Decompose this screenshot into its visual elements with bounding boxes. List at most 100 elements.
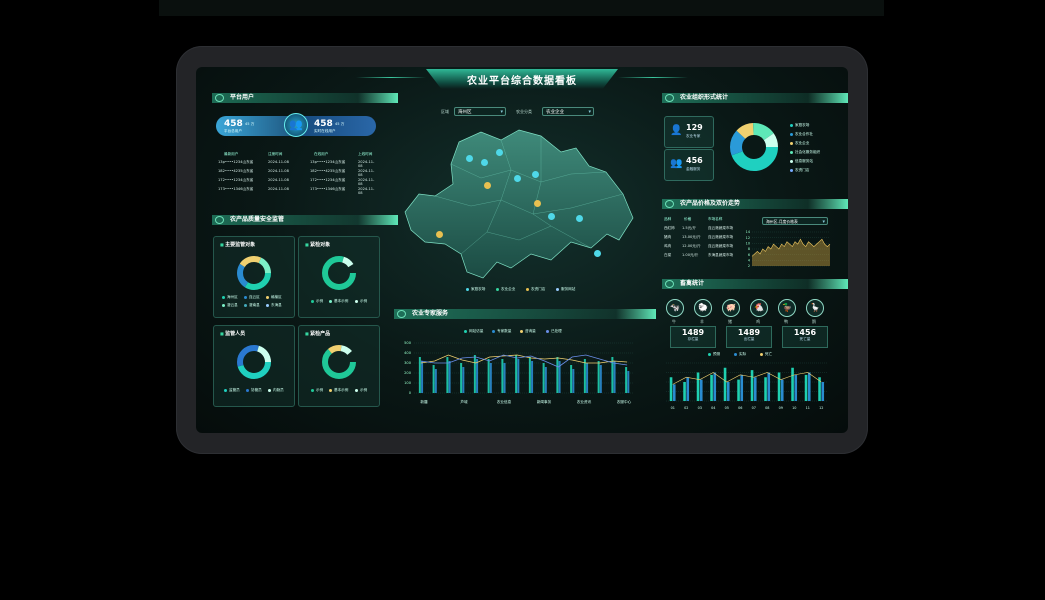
animal-label: 鹅 [812, 319, 816, 324]
cell: 2024-11-08 [358, 160, 375, 168]
duck-icon[interactable]: 🦆 [778, 299, 796, 317]
table-row: 白菜 1.00元/斤 东海县蔬菜市场 [664, 253, 744, 262]
section-org-stats: 农业组织形式统计 [662, 93, 848, 103]
legend-item: 连云区 [244, 295, 260, 300]
map-marker[interactable] [466, 155, 473, 162]
bar [710, 374, 713, 401]
bar [570, 365, 573, 393]
bar [767, 372, 771, 401]
x-tick-label: 01 [671, 406, 675, 410]
bar [794, 374, 798, 401]
panel-inspection-objects: 紧检对象 示例 基本示例 示例 [298, 236, 380, 318]
map-marker[interactable] [481, 159, 488, 166]
cell: 2024-11-08 [268, 187, 289, 191]
map-marker[interactable] [436, 231, 443, 238]
cell: 13.00元/斤 [682, 235, 701, 239]
donut-inspection [322, 256, 356, 290]
title-deco-right [618, 77, 688, 78]
section-safety: 农产品质量安全监管 [212, 215, 398, 225]
section-title: 农业专家服务 [412, 310, 449, 317]
donut-supervisors [237, 345, 271, 379]
price-table-header: 品种 价格 市场名称 [664, 217, 744, 226]
bar [713, 372, 717, 401]
cell: 猪肉 [664, 235, 672, 239]
bar [669, 377, 673, 401]
map-marker[interactable] [534, 200, 541, 207]
stat-value: 1489 [737, 328, 761, 337]
service-stat: 👥 456 金融服务 [664, 149, 714, 181]
table-row: 172••••1234山东省 2024-11-08 172••••1234山东省… [218, 178, 378, 187]
cell: 2024-11-08 [268, 169, 289, 173]
map-marker[interactable] [594, 250, 601, 257]
livestock-bar-chart: 01 02 03 04 05 06 07 08 09 10 11 12 [666, 362, 828, 410]
cell: 1.5元/斤 [682, 226, 697, 230]
experts-stat: 👤 129 农业专家 [664, 116, 714, 148]
panel-title: 主要监管对象 [220, 241, 255, 248]
cell: 172••••1234山东省 [218, 178, 254, 182]
bar [627, 371, 630, 393]
x-tick-label: 07 [752, 406, 756, 410]
x-tick-label: 农业信息 [497, 399, 512, 404]
bar [460, 363, 463, 393]
y-tick-label: 12 [746, 236, 750, 240]
service-count: 456 [686, 156, 703, 165]
goose-icon[interactable]: 🪿 [806, 299, 824, 317]
total-users-unit: 45 万 [245, 122, 255, 126]
cell: 182••••4235山东省 [310, 169, 346, 173]
bar [515, 355, 518, 393]
cell: 连云港蔬菜市场 [708, 235, 734, 239]
y-tick-label: 200 [404, 371, 412, 375]
bar [625, 367, 628, 393]
region-label: 区域 [441, 109, 449, 114]
map-marker[interactable] [484, 182, 491, 189]
cell: 172••••1234山东省 [310, 178, 346, 182]
org-pie-chart [730, 123, 778, 171]
table-row: 猪肉 13.00元/斤 连云港蔬菜市场 [664, 235, 744, 244]
bar [572, 369, 575, 393]
y-tick-label: 400 [404, 351, 412, 355]
price-range-select[interactable]: 海州区-月度价格表 [762, 217, 828, 226]
table-row: 13p••••1234山东省 2024-11-08 13p••••1234山东省… [218, 160, 378, 169]
x-tick-label: 12 [819, 406, 823, 410]
expert-service-chart: 500 400 300 200 100 0 新疆 芦城 农业信息 新闻事务 农业资讯 农服中心 [404, 341, 634, 404]
page-title: 农业平台综合数据看板 [467, 76, 577, 87]
bar [613, 361, 616, 393]
pig-icon[interactable]: 🐖 [722, 299, 740, 317]
sheep-icon[interactable]: 🐑 [694, 299, 712, 317]
map-marker[interactable] [576, 215, 583, 222]
map-legend-item: 家庭农场 [466, 287, 485, 292]
y-tick-label: 8 [748, 247, 750, 251]
map-marker[interactable] [496, 149, 503, 156]
region-select[interactable]: 海州区 [454, 107, 506, 117]
x-tick-label: 09 [779, 406, 783, 410]
animal-label: 鸭 [784, 319, 788, 324]
th-register-time: 注册时间 [268, 152, 283, 156]
dashboard-screen: 农业平台综合数据看板 平台用户 458 45 万 平台总用户 458 45 万 … [196, 67, 848, 433]
th-variety: 品种 [664, 217, 672, 221]
cell: 连云港蔬菜市场 [708, 226, 734, 230]
map-marker[interactable] [532, 171, 539, 178]
bar [750, 370, 754, 401]
experts-label: 农业专家 [686, 134, 701, 138]
total-users-value: 458 [224, 119, 243, 129]
bar [699, 379, 703, 401]
map-marker[interactable] [548, 213, 555, 220]
bar [476, 359, 479, 393]
users-table-header: 最新用户 注册时间 在线用户 上线时间 [218, 152, 378, 160]
map-legend-item: 服务网站 [556, 287, 575, 292]
cattle-icon[interactable]: 🐄 [666, 299, 684, 317]
x-tick-label: 04 [711, 406, 715, 410]
bar [777, 372, 781, 401]
chicken-icon[interactable]: 🐔 [750, 299, 768, 317]
section-title: 农产品价格及双价走势 [680, 200, 741, 207]
x-tick-label: 06 [738, 406, 742, 410]
users-table: 最新用户 注册时间 在线用户 上线时间 13p••••1234山东省 2024-… [218, 152, 378, 196]
donut-supervision [237, 256, 271, 290]
x-tick-label: 新闻事务 [537, 399, 552, 404]
type-select[interactable]: 农业企业 [542, 107, 594, 117]
x-tick-label: 芦城 [460, 399, 468, 404]
map-marker[interactable] [514, 175, 521, 182]
stat-value: 1489 [681, 328, 705, 337]
service-label: 金融服务 [686, 167, 701, 171]
bar [686, 377, 690, 401]
